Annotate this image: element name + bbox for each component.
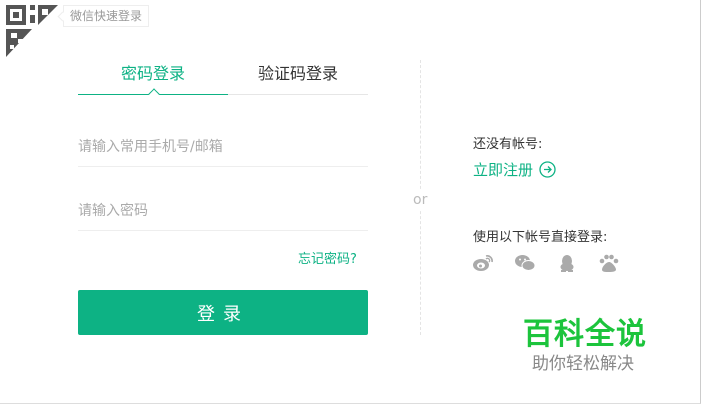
account-input[interactable]: [78, 127, 368, 167]
login-tabs: 密码登录 验证码登录: [78, 60, 368, 95]
or-label: or: [413, 190, 428, 210]
watermark-subtitle: 助你轻松解决: [532, 354, 634, 374]
register-label: 立即注册: [473, 161, 534, 179]
wechat-login-tooltip: 微信快速登录: [63, 5, 150, 27]
password-input[interactable]: [78, 191, 368, 231]
third-party-label: 使用以下帐号直接登录:: [473, 230, 608, 245]
weibo-icon[interactable]: [473, 254, 493, 272]
forgot-password-link[interactable]: 忘记密码?: [298, 248, 357, 267]
qr-code-corner-icon[interactable]: [6, 5, 58, 57]
login-button[interactable]: 登录: [78, 290, 368, 335]
register-link[interactable]: 立即注册: [473, 159, 556, 180]
tab-password-login[interactable]: 密码登录: [78, 60, 228, 95]
tab-code-login[interactable]: 验证码登录: [228, 60, 368, 94]
no-account-label: 还没有帐号:: [473, 137, 543, 152]
qq-icon[interactable]: [557, 254, 577, 272]
watermark-title: 百科全说: [523, 317, 647, 352]
social-login-list: [473, 254, 619, 272]
wechat-icon[interactable]: [515, 254, 536, 272]
arrow-right-circle-icon: [539, 161, 556, 178]
baidu-icon[interactable]: [599, 254, 619, 272]
